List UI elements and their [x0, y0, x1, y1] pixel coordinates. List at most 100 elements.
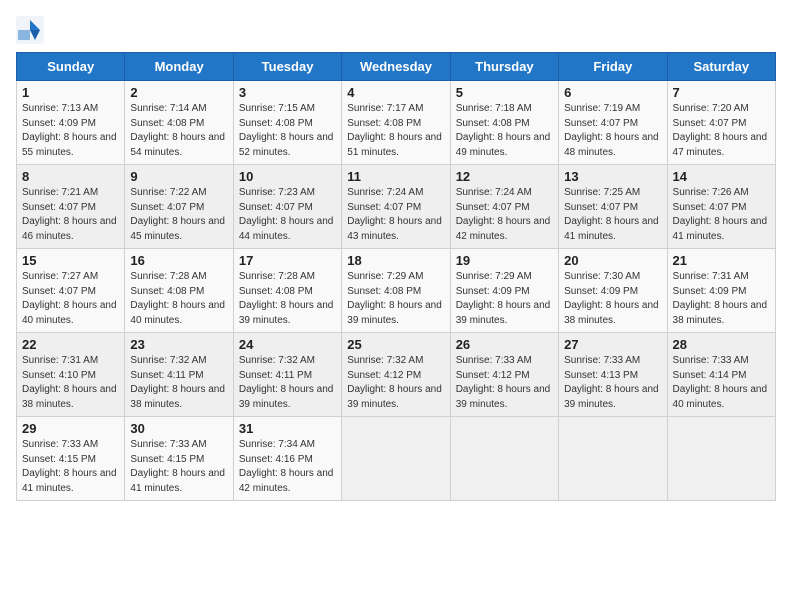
calendar-cell: 7 Sunrise: 7:20 AM Sunset: 4:07 PM Dayli…: [667, 81, 775, 165]
day-number: 6: [564, 85, 661, 100]
day-sunset: Sunset: 4:07 PM: [347, 202, 421, 213]
day-sunrise: Sunrise: 7:33 AM: [564, 355, 640, 366]
day-sunrise: Sunrise: 7:33 AM: [130, 439, 206, 450]
calendar-day-header: Saturday: [667, 53, 775, 81]
day-sunset: Sunset: 4:08 PM: [347, 118, 421, 129]
calendar-cell: 17 Sunrise: 7:28 AM Sunset: 4:08 PM Dayl…: [233, 249, 341, 333]
day-sunset: Sunset: 4:08 PM: [130, 286, 204, 297]
day-number: 23: [130, 337, 227, 352]
day-daylight: Daylight: 8 hours and 38 minutes.: [564, 300, 659, 326]
day-sunset: Sunset: 4:08 PM: [239, 118, 313, 129]
day-daylight: Daylight: 8 hours and 40 minutes.: [673, 384, 768, 410]
day-daylight: Daylight: 8 hours and 42 minutes.: [456, 216, 551, 242]
day-daylight: Daylight: 8 hours and 38 minutes.: [673, 300, 768, 326]
calendar-cell: 9 Sunrise: 7:22 AM Sunset: 4:07 PM Dayli…: [125, 165, 233, 249]
day-number: 10: [239, 169, 336, 184]
day-number: 20: [564, 253, 661, 268]
day-daylight: Daylight: 8 hours and 39 minutes.: [347, 300, 442, 326]
day-daylight: Daylight: 8 hours and 39 minutes.: [456, 300, 551, 326]
calendar-day-header: Friday: [559, 53, 667, 81]
calendar-cell: 13 Sunrise: 7:25 AM Sunset: 4:07 PM Dayl…: [559, 165, 667, 249]
calendar-cell: [667, 417, 775, 501]
day-sunrise: Sunrise: 7:17 AM: [347, 103, 423, 114]
day-number: 31: [239, 421, 336, 436]
day-sunset: Sunset: 4:07 PM: [673, 202, 747, 213]
day-daylight: Daylight: 8 hours and 44 minutes.: [239, 216, 334, 242]
calendar-cell: 11 Sunrise: 7:24 AM Sunset: 4:07 PM Dayl…: [342, 165, 450, 249]
calendar-cell: 6 Sunrise: 7:19 AM Sunset: 4:07 PM Dayli…: [559, 81, 667, 165]
day-sunset: Sunset: 4:07 PM: [22, 286, 96, 297]
day-sunrise: Sunrise: 7:20 AM: [673, 103, 749, 114]
day-sunrise: Sunrise: 7:24 AM: [456, 187, 532, 198]
day-sunset: Sunset: 4:13 PM: [564, 370, 638, 381]
day-number: 1: [22, 85, 119, 100]
calendar-cell: 19 Sunrise: 7:29 AM Sunset: 4:09 PM Dayl…: [450, 249, 558, 333]
calendar-cell: [342, 417, 450, 501]
day-number: 3: [239, 85, 336, 100]
day-sunset: Sunset: 4:07 PM: [22, 202, 96, 213]
day-sunset: Sunset: 4:07 PM: [130, 202, 204, 213]
day-number: 17: [239, 253, 336, 268]
day-daylight: Daylight: 8 hours and 52 minutes.: [239, 132, 334, 158]
day-number: 5: [456, 85, 553, 100]
day-sunset: Sunset: 4:07 PM: [239, 202, 313, 213]
day-daylight: Daylight: 8 hours and 41 minutes.: [673, 216, 768, 242]
day-sunset: Sunset: 4:07 PM: [456, 202, 530, 213]
day-number: 9: [130, 169, 227, 184]
day-sunrise: Sunrise: 7:32 AM: [347, 355, 423, 366]
day-sunrise: Sunrise: 7:31 AM: [673, 271, 749, 282]
day-daylight: Daylight: 8 hours and 38 minutes.: [22, 384, 117, 410]
day-daylight: Daylight: 8 hours and 39 minutes.: [564, 384, 659, 410]
page-header: [16, 16, 776, 44]
day-sunset: Sunset: 4:11 PM: [130, 370, 203, 381]
day-sunset: Sunset: 4:11 PM: [239, 370, 312, 381]
calendar-cell: 24 Sunrise: 7:32 AM Sunset: 4:11 PM Dayl…: [233, 333, 341, 417]
day-sunrise: Sunrise: 7:28 AM: [130, 271, 206, 282]
day-number: 21: [673, 253, 770, 268]
calendar-cell: 14 Sunrise: 7:26 AM Sunset: 4:07 PM Dayl…: [667, 165, 775, 249]
day-sunrise: Sunrise: 7:28 AM: [239, 271, 315, 282]
day-sunset: Sunset: 4:16 PM: [239, 454, 313, 465]
day-number: 4: [347, 85, 444, 100]
day-sunset: Sunset: 4:08 PM: [130, 118, 204, 129]
day-sunset: Sunset: 4:08 PM: [239, 286, 313, 297]
day-sunrise: Sunrise: 7:24 AM: [347, 187, 423, 198]
day-sunrise: Sunrise: 7:21 AM: [22, 187, 98, 198]
calendar-cell: 29 Sunrise: 7:33 AM Sunset: 4:15 PM Dayl…: [17, 417, 125, 501]
logo: [16, 16, 48, 44]
calendar-cell: [450, 417, 558, 501]
day-sunrise: Sunrise: 7:30 AM: [564, 271, 640, 282]
day-number: 19: [456, 253, 553, 268]
day-daylight: Daylight: 8 hours and 54 minutes.: [130, 132, 225, 158]
calendar-cell: 21 Sunrise: 7:31 AM Sunset: 4:09 PM Dayl…: [667, 249, 775, 333]
day-daylight: Daylight: 8 hours and 42 minutes.: [239, 468, 334, 494]
calendar-cell: [559, 417, 667, 501]
calendar-week-row: 22 Sunrise: 7:31 AM Sunset: 4:10 PM Dayl…: [17, 333, 776, 417]
calendar-cell: 18 Sunrise: 7:29 AM Sunset: 4:08 PM Dayl…: [342, 249, 450, 333]
day-number: 12: [456, 169, 553, 184]
day-number: 16: [130, 253, 227, 268]
day-sunset: Sunset: 4:08 PM: [347, 286, 421, 297]
day-sunset: Sunset: 4:12 PM: [456, 370, 530, 381]
day-sunset: Sunset: 4:09 PM: [564, 286, 638, 297]
day-sunrise: Sunrise: 7:29 AM: [456, 271, 532, 282]
day-number: 18: [347, 253, 444, 268]
calendar-cell: 12 Sunrise: 7:24 AM Sunset: 4:07 PM Dayl…: [450, 165, 558, 249]
calendar-cell: 5 Sunrise: 7:18 AM Sunset: 4:08 PM Dayli…: [450, 81, 558, 165]
calendar-day-header: Sunday: [17, 53, 125, 81]
calendar-cell: 1 Sunrise: 7:13 AM Sunset: 4:09 PM Dayli…: [17, 81, 125, 165]
calendar-cell: 30 Sunrise: 7:33 AM Sunset: 4:15 PM Dayl…: [125, 417, 233, 501]
day-sunset: Sunset: 4:12 PM: [347, 370, 421, 381]
day-number: 8: [22, 169, 119, 184]
calendar-week-row: 1 Sunrise: 7:13 AM Sunset: 4:09 PM Dayli…: [17, 81, 776, 165]
day-daylight: Daylight: 8 hours and 40 minutes.: [22, 300, 117, 326]
calendar-cell: 23 Sunrise: 7:32 AM Sunset: 4:11 PM Dayl…: [125, 333, 233, 417]
day-daylight: Daylight: 8 hours and 47 minutes.: [673, 132, 768, 158]
calendar-cell: 3 Sunrise: 7:15 AM Sunset: 4:08 PM Dayli…: [233, 81, 341, 165]
day-sunrise: Sunrise: 7:34 AM: [239, 439, 315, 450]
day-number: 22: [22, 337, 119, 352]
day-sunrise: Sunrise: 7:33 AM: [673, 355, 749, 366]
day-sunset: Sunset: 4:09 PM: [22, 118, 96, 129]
calendar-day-header: Thursday: [450, 53, 558, 81]
day-number: 30: [130, 421, 227, 436]
